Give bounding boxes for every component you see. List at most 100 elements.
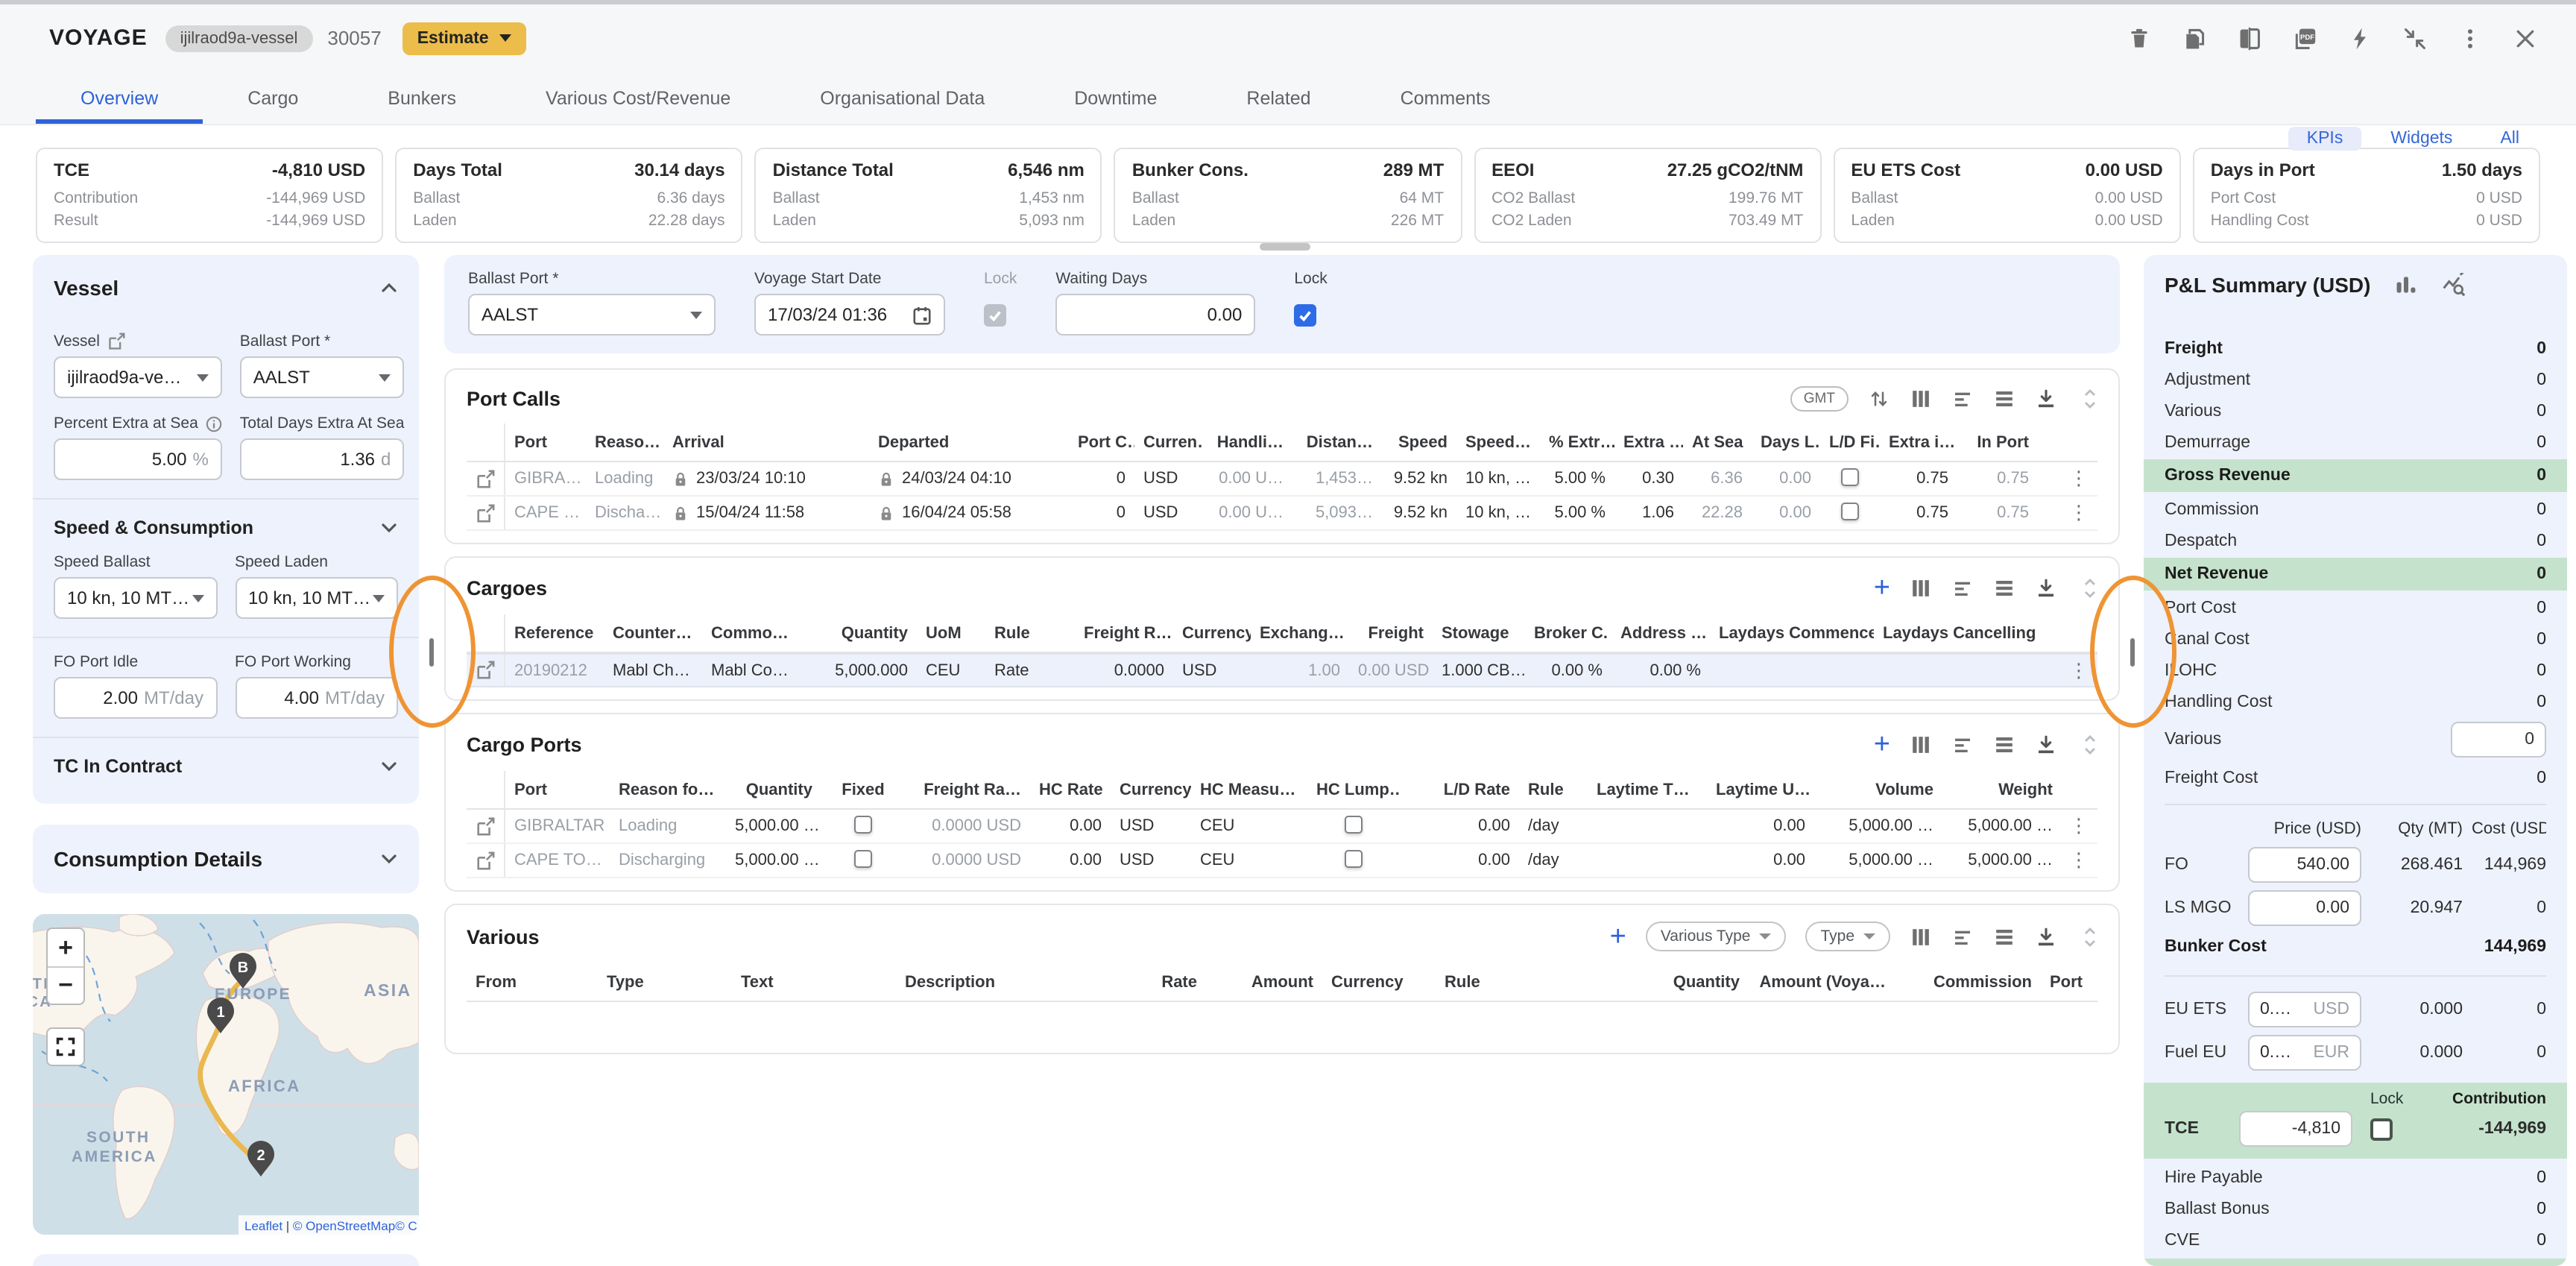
column-header[interactable]: Weight — [1942, 781, 2062, 799]
filter-pill-various-type[interactable]: Various Type — [1646, 922, 1787, 951]
tab-related[interactable]: Related — [1202, 72, 1355, 124]
lock-checkbox-checked[interactable] — [1294, 303, 1316, 326]
column-header[interactable]: Volume — [1814, 781, 1942, 799]
speed-laden-select[interactable]: 10 kn, 10 MT… — [235, 577, 398, 619]
column-header[interactable]: Days L… — [1752, 433, 1820, 451]
close-icon[interactable] — [2513, 26, 2537, 50]
eu-ets-input[interactable]: 0.…USD — [2248, 991, 2361, 1027]
column-header[interactable]: Speed… — [1456, 433, 1540, 451]
column-header[interactable]: Speed — [1382, 433, 1456, 451]
column-header[interactable]: Reaso… — [586, 433, 663, 451]
kpi-resize-handle[interactable] — [1260, 243, 1310, 251]
sort-icon[interactable] — [1868, 388, 1890, 410]
total-days-extra-input[interactable]: 1.36 d — [240, 438, 405, 480]
column-header[interactable]: Port — [505, 781, 610, 799]
column-header[interactable]: Reference — [505, 624, 604, 642]
chevron-up-icon[interactable] — [380, 279, 398, 297]
zoom-out-button[interactable]: − — [48, 966, 83, 1004]
collapse-section-icon[interactable] — [2083, 388, 2097, 410]
analytics-search-icon[interactable] — [2442, 273, 2466, 297]
column-header[interactable]: Departed — [869, 433, 1069, 451]
open-in-new-icon[interactable] — [107, 333, 125, 350]
collapse-section-icon[interactable] — [2083, 577, 2097, 599]
collapse-section-icon[interactable] — [2083, 925, 2097, 948]
column-header[interactable]: Amount — [1206, 973, 1322, 991]
filter-icon[interactable] — [1951, 577, 1974, 599]
column-header[interactable]: Extra … — [1614, 433, 1683, 451]
vessel-select[interactable]: ijilraod9a-ve… — [54, 356, 222, 398]
column-header[interactable]: Handli… — [1203, 433, 1292, 451]
column-header[interactable]: Port — [2041, 973, 2100, 991]
tab-organisational-data[interactable]: Organisational Data — [775, 72, 1029, 124]
checkbox-unchecked[interactable] — [1345, 849, 1363, 867]
column-header[interactable]: Laytime U… — [1707, 781, 1814, 799]
column-header[interactable]: Exchang… — [1251, 624, 1349, 642]
filter-icon[interactable] — [1951, 925, 1974, 948]
column-header[interactable]: UoM — [917, 624, 985, 642]
column-header[interactable]: Laytime T… — [1588, 781, 1707, 799]
tab-downtime[interactable]: Downtime — [1029, 72, 1202, 124]
column-header[interactable]: Arrival — [663, 433, 869, 451]
chevron-down-icon[interactable] — [380, 758, 398, 775]
checkbox-unchecked[interactable] — [1841, 502, 1859, 520]
column-header[interactable]: Quantity — [1629, 973, 1749, 991]
fo-port-idle-input[interactable]: 2.00 MT/day — [54, 677, 217, 719]
compare-icon[interactable] — [2238, 26, 2261, 50]
column-header[interactable]: Quantity — [812, 624, 917, 642]
zoom-in-button[interactable]: + — [48, 929, 83, 966]
consumption-details-panel[interactable]: Consumption Details — [33, 825, 419, 893]
column-header[interactable]: In Port — [1957, 433, 2038, 451]
column-header[interactable]: HC Rate — [1030, 781, 1111, 799]
chevron-down-icon[interactable] — [380, 850, 398, 868]
fo-price-input[interactable]: 540.00 — [2248, 846, 2361, 882]
columns-icon[interactable] — [1910, 577, 1932, 599]
filter-icon[interactable] — [1951, 388, 1974, 410]
add-row-icon[interactable]: + — [1610, 922, 1626, 951]
lsmgo-price-input[interactable]: 0.00 — [2248, 889, 2361, 925]
checkbox-unchecked[interactable] — [854, 815, 872, 833]
download-icon[interactable] — [2035, 925, 2057, 948]
delete-icon[interactable] — [2127, 26, 2151, 50]
column-header[interactable]: Currency — [1111, 781, 1191, 799]
column-header[interactable]: % Extr… — [1540, 433, 1614, 451]
row-menu-icon[interactable]: ⋮ — [2063, 844, 2094, 877]
column-header[interactable]: Freight R… — [1075, 624, 1173, 642]
row-menu-icon[interactable]: ⋮ — [2063, 810, 2094, 843]
column-header[interactable]: Port C… — [1069, 433, 1134, 451]
column-header[interactable]: Type — [598, 973, 732, 991]
waiting-days-input[interactable]: 0.00 — [1055, 294, 1255, 336]
tab-comments[interactable]: Comments — [1356, 72, 1535, 124]
column-header[interactable]: Freight Ra… — [905, 781, 1030, 799]
column-header[interactable]: Address … — [1611, 624, 1710, 642]
checkbox-unchecked[interactable] — [1841, 467, 1859, 485]
column-header[interactable]: Currency — [1173, 624, 1251, 642]
column-header[interactable]: Quantity — [726, 781, 821, 799]
column-header[interactable]: Extra i… — [1880, 433, 1957, 451]
add-row-icon[interactable]: + — [1874, 574, 1890, 602]
fuel-eu-input[interactable]: 0.…EUR — [2248, 1034, 2361, 1070]
open-record-icon[interactable] — [467, 810, 505, 843]
tce-lock-checkbox[interactable] — [2370, 1118, 2393, 1140]
open-record-icon[interactable] — [467, 844, 505, 877]
tab-various-cost-revenue[interactable]: Various Cost/Revenue — [501, 72, 775, 124]
pnl-various-input[interactable]: 0 — [2451, 722, 2546, 758]
map-attribution-carto[interactable]: © CARTO — [395, 1219, 419, 1233]
tce-input[interactable]: -4,810 — [2239, 1111, 2352, 1147]
duplicate-icon[interactable] — [2182, 26, 2206, 50]
open-record-icon[interactable] — [467, 497, 505, 529]
fo-port-working-input[interactable]: 4.00 MT/day — [235, 677, 398, 719]
column-header[interactable]: Description — [896, 973, 1087, 991]
table-row[interactable]: CAPE TO…Discharging5,000.00 …0.0000 USD0… — [467, 844, 2097, 878]
row-menu-icon[interactable]: ⋮ — [2063, 462, 2094, 495]
table-row[interactable]: GIBRALTARLoading5,000.00 …0.0000 USD0.00… — [467, 810, 2097, 844]
filter-icon[interactable] — [1951, 734, 1974, 756]
estimate-button[interactable]: Estimate — [402, 22, 526, 54]
column-header[interactable]: Reason fo… — [610, 781, 726, 799]
download-icon[interactable] — [2035, 388, 2057, 410]
row-height-icon[interactable] — [1993, 925, 2015, 948]
column-header[interactable]: L/D Rate — [1400, 781, 1519, 799]
column-header[interactable]: Rate — [1087, 973, 1206, 991]
column-header[interactable]: Text — [732, 973, 896, 991]
column-header[interactable]: Rule — [985, 624, 1075, 642]
row-menu-icon[interactable]: ⋮ — [2063, 497, 2094, 529]
